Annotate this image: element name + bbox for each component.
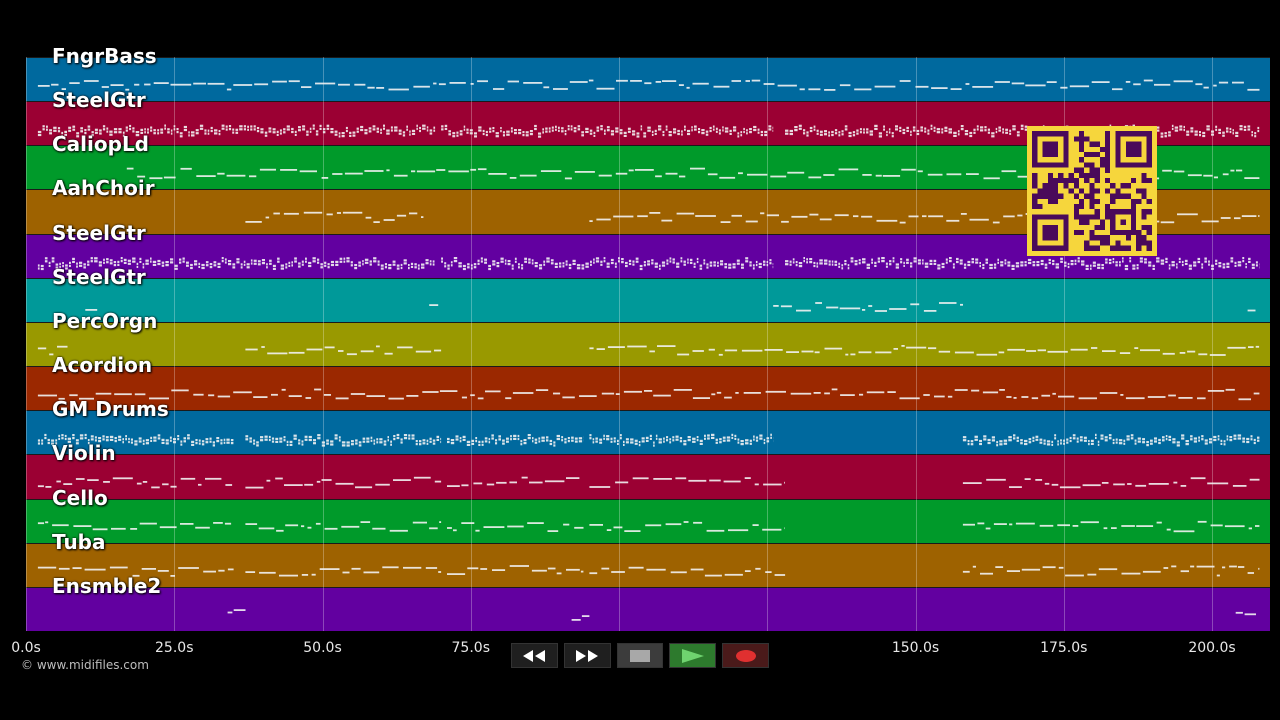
track-lane [26, 366, 1270, 412]
track-lane [26, 410, 1270, 456]
track-lane [26, 586, 1270, 631]
piano-roll-window: FngrBass SteelGtr CaliopLd AahChoir SteelGtr… [0, 0, 1280, 720]
time-tick-label: 0.0s [11, 640, 41, 656]
track-lane [26, 542, 1270, 588]
track-label: GM Drums [52, 397, 169, 422]
track-label: SteelGtr [52, 88, 146, 113]
play-button[interactable] [669, 643, 717, 668]
time-tick-label: 75.0s [451, 640, 490, 656]
track-label: Tuba [52, 529, 106, 554]
play-icon [681, 648, 704, 663]
rewind-button[interactable] [511, 643, 558, 668]
track-lane [26, 277, 1270, 323]
track-label: SteelGtr [52, 220, 146, 245]
track-lane [26, 498, 1270, 544]
time-tick-label: 25.0s [155, 640, 194, 656]
record-button[interactable] [722, 643, 769, 668]
time-tick-label: 150.0s [891, 640, 940, 656]
track-lane [26, 321, 1270, 367]
qr-code-icon [1027, 126, 1157, 256]
transport-controls [511, 643, 769, 670]
time-tick-label: 200.0s [1188, 640, 1236, 656]
time-tick-label: 50.0s [303, 640, 342, 656]
track-label: CaliopLd [52, 132, 150, 157]
fast-forward-icon [576, 649, 599, 662]
track-lane [26, 454, 1270, 500]
rewind-icon [523, 649, 546, 662]
track-label: SteelGtr [52, 264, 146, 289]
track-label: Acordion [52, 353, 153, 378]
stop-button[interactable] [616, 643, 664, 668]
track-label: Violin [52, 441, 116, 466]
fast-forward-button[interactable] [563, 643, 611, 668]
stop-icon [629, 649, 650, 662]
track-label: Ensmble2 [52, 573, 162, 598]
track-label: Cello [52, 485, 108, 510]
track-label: FngrBass [52, 44, 157, 68]
record-icon [735, 649, 756, 662]
track-lane [26, 57, 1270, 102]
track-label: AahChoir [52, 176, 155, 201]
track-label: PercOrgn [52, 308, 158, 333]
copyright-text: © www.midifiles.com [21, 658, 149, 672]
time-tick-label: 175.0s [1040, 640, 1088, 656]
